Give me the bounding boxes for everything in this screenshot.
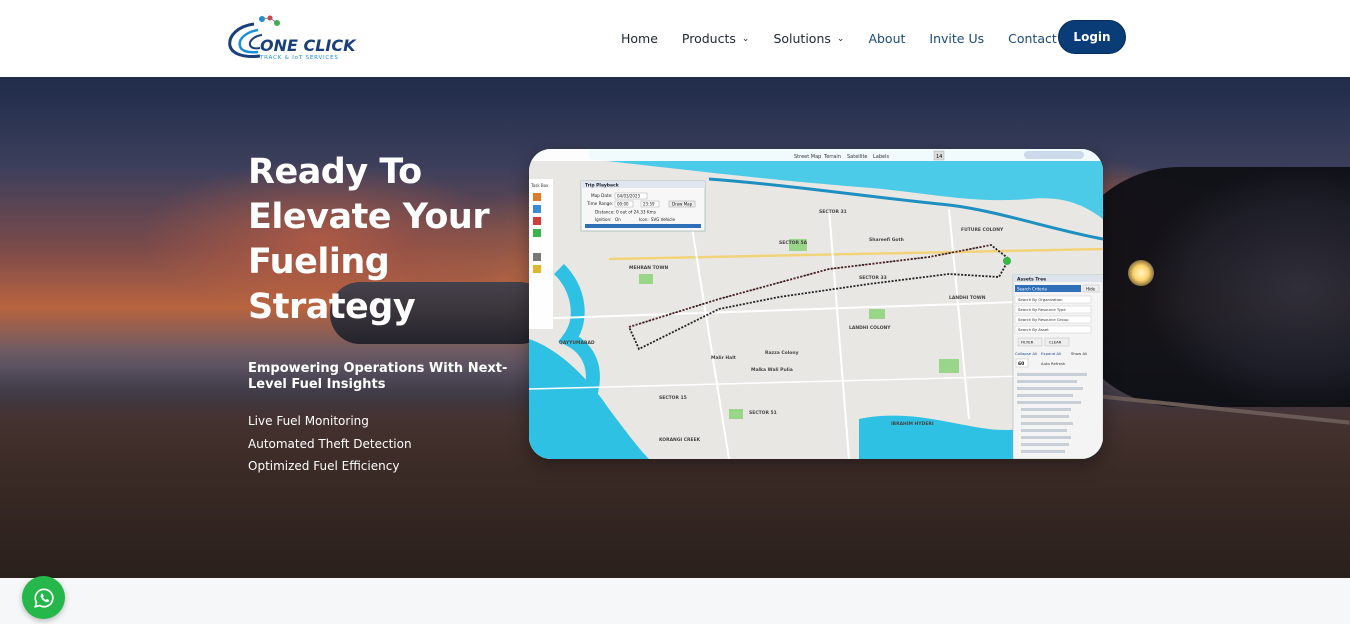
nav-products[interactable]: Products ⌄ xyxy=(682,31,750,46)
train-tanker-right xyxy=(1060,167,1350,407)
nav-about[interactable]: About xyxy=(868,31,905,46)
place-label: QAYYUMABAD xyxy=(559,340,595,346)
whatsapp-icon xyxy=(33,587,54,608)
nav-about-label: About xyxy=(868,31,906,46)
playback-title: Trip Playback xyxy=(585,183,620,189)
auto-refresh-checkbox[interactable]: Auto Refresh xyxy=(1041,361,1066,366)
place-label: KORANGI CREEK xyxy=(659,437,701,443)
hero-section: Ready To Elevate Your Fueling Strategy E… xyxy=(0,77,1350,578)
train-headlight xyxy=(1128,260,1154,286)
map-view-satellite[interactable]: Satellite xyxy=(847,154,867,160)
nav-contact[interactable]: Contact xyxy=(1008,31,1057,46)
expand-all-link[interactable]: Expand All xyxy=(1041,351,1061,356)
place-label: LANDHI COLONY xyxy=(849,325,891,331)
map-view-terrain[interactable]: Terrain xyxy=(823,154,841,160)
brand-tagline: TRACK & IoT SERVICES xyxy=(259,55,339,61)
place-label: MEHRAN TOWN xyxy=(629,265,668,271)
distance-text: Distance: 0 out of 24.33 Kms xyxy=(595,210,656,215)
chevron-down-icon: ⌄ xyxy=(741,33,750,44)
map-date-label: Map Date: xyxy=(591,193,613,198)
search-option[interactable]: Search By Asset xyxy=(1018,327,1049,332)
place-label: Malir Halt xyxy=(711,355,737,361)
clear-button[interactable]: CLEAR xyxy=(1049,340,1062,345)
login-button[interactable]: Login xyxy=(1058,20,1126,54)
nav-products-label: Products xyxy=(681,31,736,46)
search-option[interactable]: Search By Resource Type xyxy=(1018,307,1066,312)
nav-solutions-label: Solutions xyxy=(773,31,831,46)
task-box-label: Task Box xyxy=(530,183,549,188)
next-section xyxy=(0,578,1350,624)
nav-invite-label: Invite Us xyxy=(929,31,985,46)
ignition-label: Ignition: xyxy=(595,217,611,222)
hero-title: Ready To Elevate Your Fueling Strategy xyxy=(248,150,528,330)
time-range-label: Time Range: xyxy=(586,201,613,206)
brand-name: ONE CLICK xyxy=(260,36,357,55)
hero-subtitle: Empowering Operations With Next-Level Fu… xyxy=(248,361,508,392)
assets-tree-title: Assets Tree xyxy=(1017,277,1046,283)
nav-home-label: Home xyxy=(621,31,658,46)
map-view-labels[interactable]: Labels xyxy=(873,154,889,160)
place-label: LANDHI TOWN xyxy=(949,295,986,301)
whatsapp-button[interactable] xyxy=(22,576,65,619)
map-date-input[interactable]: 04/03/2023 xyxy=(617,194,641,199)
feature-item: Live Fuel Monitoring xyxy=(248,414,369,428)
nav-contact-label: Contact xyxy=(1008,31,1057,46)
place-label: SECTOR 31 xyxy=(819,209,847,215)
refresh-interval[interactable]: 60 xyxy=(1018,361,1024,367)
icon-select[interactable]: SVG Vehicle xyxy=(651,217,675,222)
place-label: SECTOR 5A xyxy=(779,240,808,246)
place-label: Razza Colony xyxy=(765,350,799,356)
place-label: SECTOR 33 xyxy=(859,275,887,281)
time-from-input[interactable]: 00:00 xyxy=(617,202,629,207)
nav-home[interactable]: Home xyxy=(621,31,658,46)
map-view-street[interactable]: Street Map xyxy=(794,154,821,160)
collapse-all-link[interactable]: Collapse All xyxy=(1015,351,1037,356)
draw-map-button[interactable]: Draw Map xyxy=(672,202,693,207)
hero-title-line: Fueling xyxy=(248,242,390,282)
search-criteria-label: Search Criteria xyxy=(1017,287,1047,292)
hero-title-line: Ready To xyxy=(248,152,422,192)
time-to-input[interactable]: 23:59 xyxy=(643,202,655,207)
main-nav: Home Products ⌄ Solutions ⌄ About Invite U… xyxy=(621,0,1081,77)
nav-invite-us[interactable]: Invite Us xyxy=(929,31,984,46)
hero-title-line: Strategy xyxy=(248,287,416,327)
nav-solutions[interactable]: Solutions ⌄ xyxy=(773,31,844,46)
map-preview: Street Map Terrain Satellite Labels 14 T… xyxy=(529,149,1103,459)
hide-button[interactable]: Hide xyxy=(1086,287,1096,292)
brand-logo[interactable]: ONE CLICK TRACK & IoT SERVICES xyxy=(224,14,374,64)
search-option[interactable]: Search By Organization xyxy=(1018,297,1063,302)
search-option[interactable]: Search By Resource Group xyxy=(1018,317,1069,322)
place-label: FUTURE COLONY xyxy=(961,227,1004,233)
feature-item: Automated Theft Detection xyxy=(248,436,412,451)
map-zoom-level: 14 xyxy=(936,154,942,160)
place-label: IBRAHIM HYDERI xyxy=(891,421,934,427)
feature-item: Optimized Fuel Efficiency xyxy=(248,459,400,473)
site-header: ONE CLICK TRACK & IoT SERVICES Home Prod… xyxy=(0,0,1350,77)
feature-list: Live Fuel Monitoring Automated Theft Det… xyxy=(248,410,412,478)
show-all-checkbox[interactable]: Show All xyxy=(1071,351,1087,356)
place-label: SECTOR 51 xyxy=(749,410,777,416)
icon-label: Icon: xyxy=(639,217,649,222)
place-label: SECTOR 15 xyxy=(659,395,687,401)
chevron-down-icon: ⌄ xyxy=(836,33,845,44)
ignition-select[interactable]: On xyxy=(615,217,621,222)
filter-button[interactable]: FILTER xyxy=(1021,340,1034,345)
place-label: Malka Wali Pulia xyxy=(751,367,793,373)
place-label: Shareefi Goth xyxy=(869,237,904,243)
hero-title-line: Elevate Your xyxy=(248,197,490,237)
